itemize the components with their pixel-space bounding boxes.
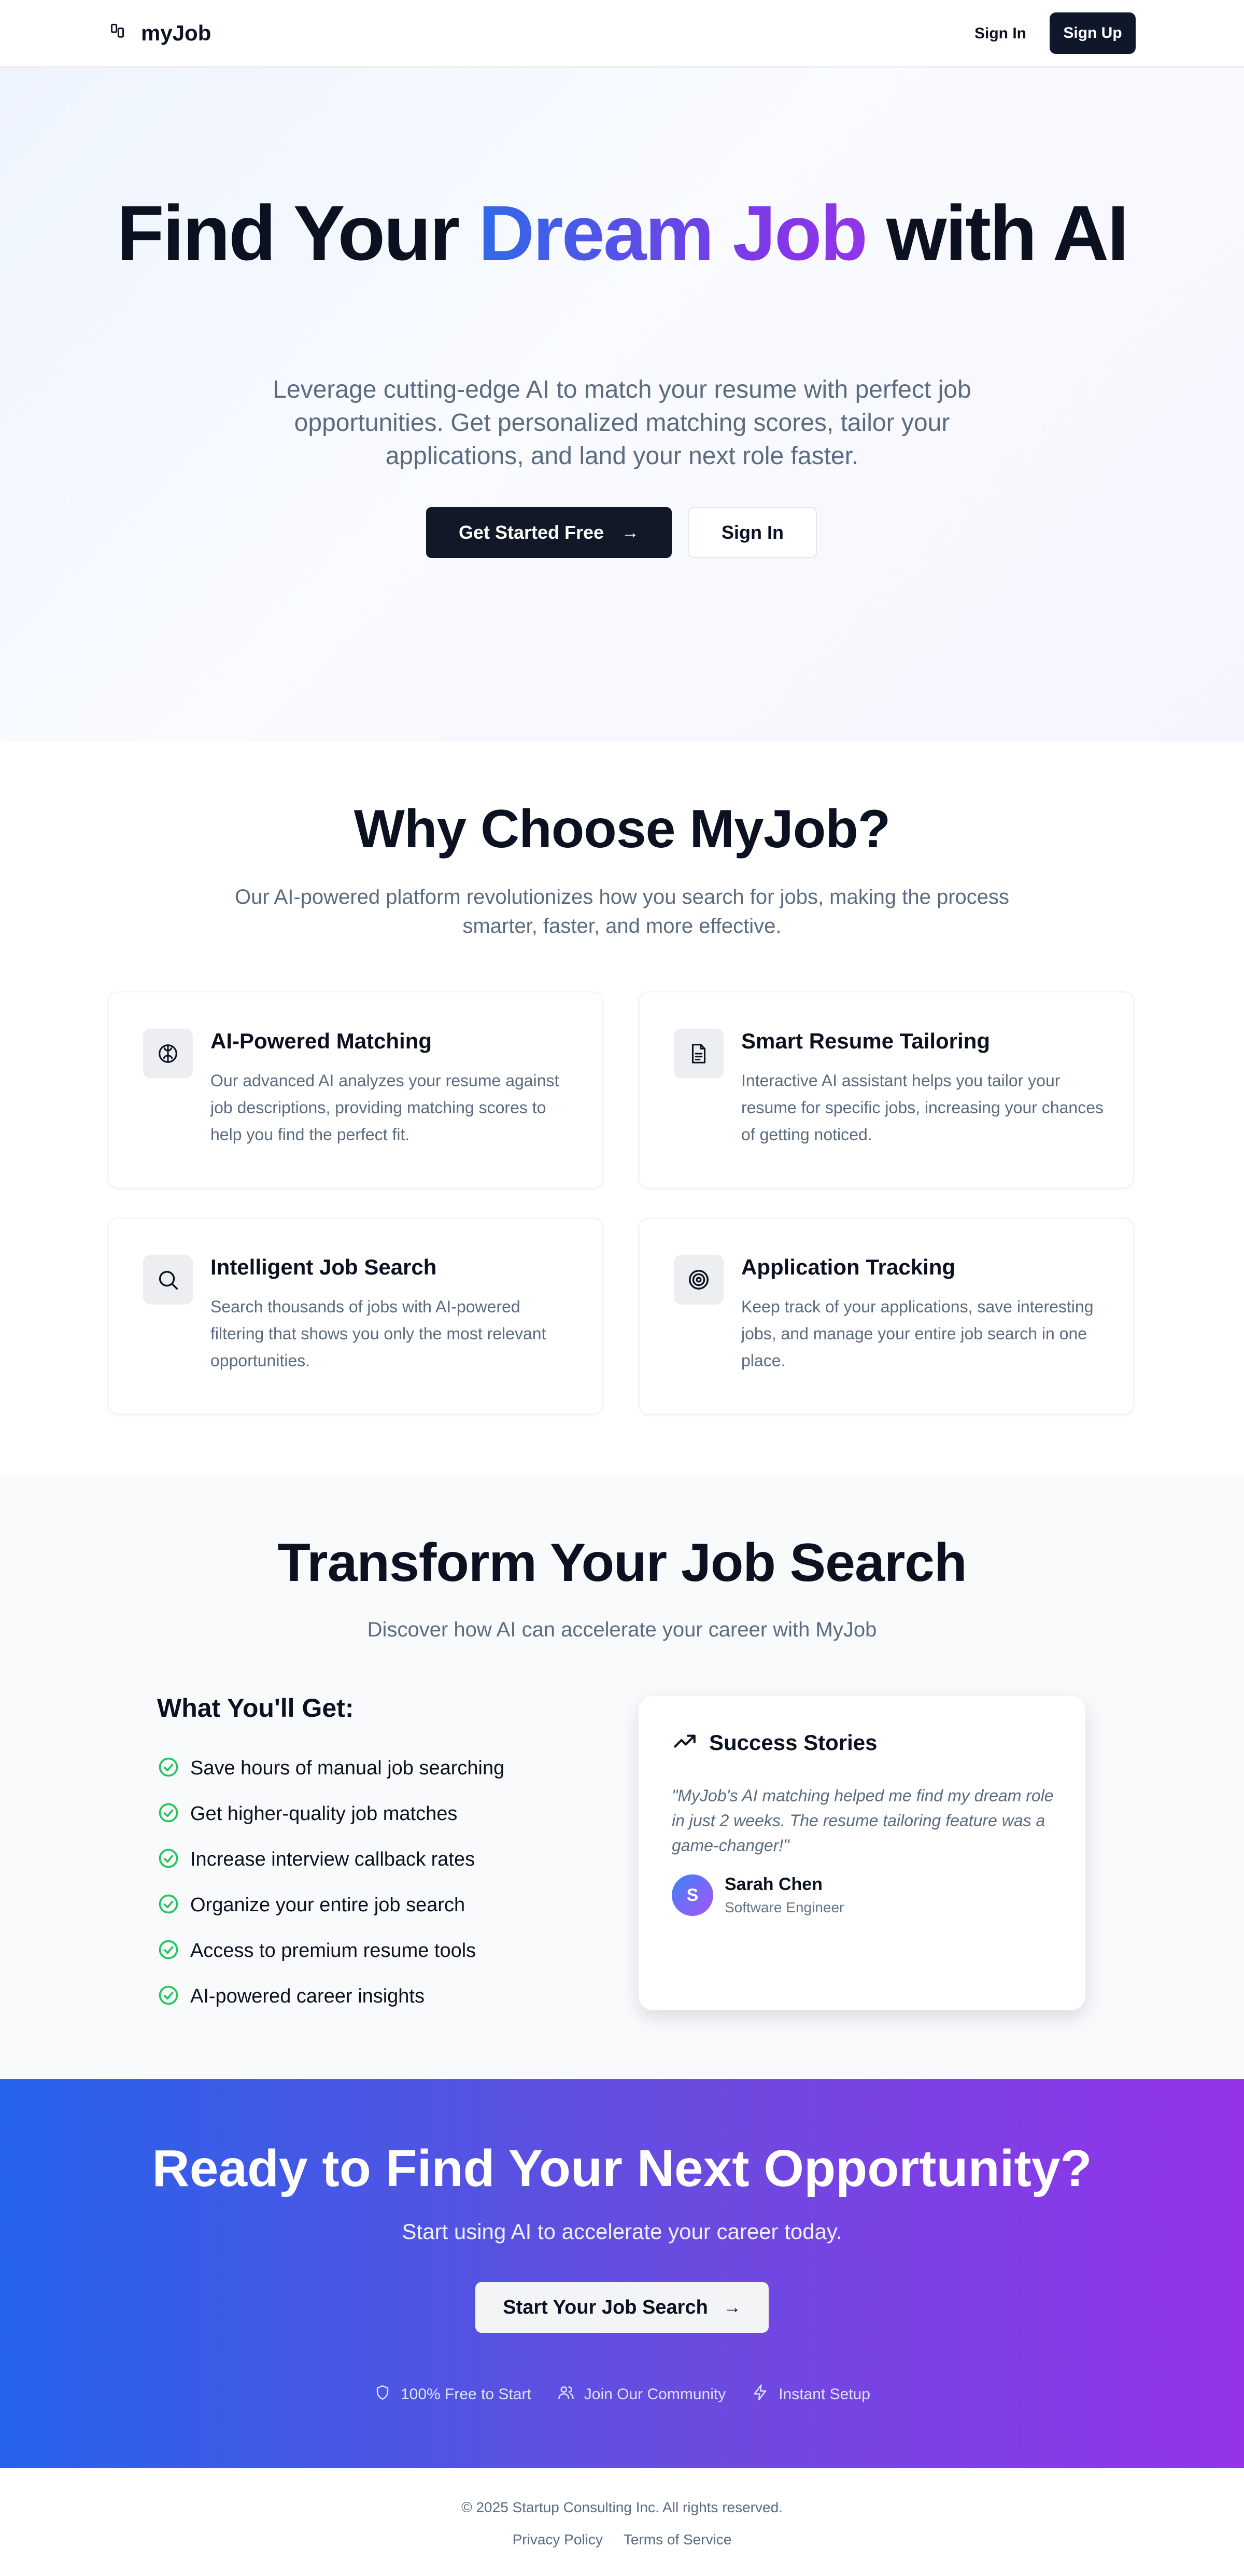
benefit-item: AI-powered career insights — [157, 1981, 425, 2012]
benefit-item: Access to premium resume tools — [157, 1935, 476, 1966]
arrow-right-icon: → — [723, 2297, 741, 2317]
footer: © 2025 Startup Consulting Inc. All right… — [0, 2468, 1244, 2576]
badge-text: 100% Free to Start — [400, 2386, 531, 2403]
terms-of-service-link[interactable]: Terms of Service — [624, 2531, 732, 2548]
benefit-text: Save hours of manual job searching — [190, 1757, 505, 1779]
benefit-item: Organize your entire job search — [157, 1889, 465, 1921]
features-section: Why Choose MyJob? Our AI-powered platfor… — [0, 741, 1244, 1475]
start-job-search-button[interactable]: Start Your Job Search → — [475, 2282, 769, 2333]
benefit-item: Increase interview callback rates — [157, 1844, 475, 1875]
transform-section: Transform Your Job Search Discover how A… — [0, 1475, 1244, 2079]
testimonial-role: Software Engineer — [725, 1899, 844, 1915]
check-circle-icon — [157, 1893, 180, 1918]
get-started-label: Get Started Free — [458, 522, 604, 543]
badge-instant-setup: Instant Setup — [752, 2384, 870, 2405]
avatar: S — [672, 1874, 713, 1916]
check-circle-icon — [157, 1801, 180, 1827]
brand-logo[interactable]: myJob — [109, 19, 211, 48]
feature-card-job-search: Intelligent Job Search Search thousands … — [108, 1217, 603, 1415]
testimonial-quote: "MyJob's AI matching helped me find my d… — [672, 1786, 1054, 1855]
success-stories-title: Success Stories — [709, 1730, 878, 1755]
benefit-text: AI-powered career insights — [190, 1985, 425, 2007]
cta-subtitle: Start using AI to accelerate your career… — [402, 2219, 842, 2244]
footer-links: Privacy Policy Terms of Service — [0, 2531, 1244, 2548]
search-icon — [143, 1255, 193, 1305]
feature-title: Smart Resume Tailoring — [741, 1029, 991, 1053]
hero-title-part1: Find Your — [117, 189, 478, 276]
feature-card-ai-matching: AI-Powered Matching Our advanced AI anal… — [108, 991, 603, 1188]
logo-icon — [109, 21, 132, 46]
features-title: Why Choose MyJob? — [354, 799, 891, 859]
feature-title: AI-Powered Matching — [210, 1029, 432, 1053]
privacy-policy-link[interactable]: Privacy Policy — [513, 2531, 603, 2548]
check-circle-icon — [157, 1984, 180, 2009]
brain-icon — [143, 1029, 193, 1079]
benefit-text: Get higher-quality job matches — [190, 1802, 458, 1825]
start-job-search-label: Start Your Job Search — [503, 2296, 708, 2318]
success-stories-header: Success Stories — [672, 1728, 878, 1757]
badge-community: Join Our Community — [557, 2384, 726, 2405]
arrow-right-icon: → — [621, 522, 640, 542]
document-icon — [674, 1029, 724, 1079]
badge-free: 100% Free to Start — [374, 2384, 531, 2405]
feature-card-resume-tailoring: Smart Resume Tailoring Interactive AI as… — [639, 991, 1134, 1188]
hero-sign-in-button[interactable]: Sign In — [688, 507, 817, 558]
benefit-text: Organize your entire job search — [190, 1894, 465, 1916]
cta-section: Ready to Find Your Next Opportunity? Sta… — [0, 2079, 1244, 2468]
benefit-item: Get higher-quality job matches — [157, 1798, 457, 1829]
check-circle-icon — [157, 1847, 180, 1872]
hero-title-part2: with AI — [866, 189, 1129, 276]
cta-title: Ready to Find Your Next Opportunity? — [152, 2139, 1092, 2197]
trending-up-icon — [672, 1728, 698, 1757]
top-navbar: myJob Sign In Sign Up — [0, 0, 1244, 67]
cta-badges: 100% Free to Start Join Our Community In… — [0, 2380, 1244, 2409]
features-subtitle: Our AI-powered platform revolutionizes h… — [234, 886, 1010, 937]
hero-title-highlight: Dream Job — [478, 189, 868, 276]
check-circle-icon — [157, 1756, 180, 1781]
nav-sign-in-button[interactable]: Sign In — [964, 16, 1037, 52]
success-stories-card: Success Stories "MyJob's AI matching hel… — [639, 1696, 1085, 2010]
get-started-button[interactable]: Get Started Free → — [426, 507, 672, 558]
badge-text: Join Our Community — [584, 2386, 726, 2403]
what-you-get-title: What You'll Get: — [157, 1693, 354, 1723]
feature-description: Search thousands of jobs with AI-powered… — [210, 1297, 546, 1370]
feature-description: Keep track of your applications, save in… — [741, 1297, 1094, 1370]
feature-title: Intelligent Job Search — [210, 1255, 437, 1279]
transform-subtitle: Discover how AI can accelerate your care… — [367, 1618, 877, 1641]
hero-title: Find Your Dream Job with AI — [0, 194, 1244, 272]
users-icon — [557, 2384, 584, 2405]
copyright-text: © 2025 Startup Consulting Inc. All right… — [461, 2499, 783, 2515]
badge-text: Instant Setup — [779, 2386, 870, 2403]
benefit-text: Increase interview callback rates — [190, 1848, 475, 1870]
testimonial-author: Sarah Chen — [725, 1874, 823, 1894]
hero-subtitle: Leverage cutting-edge AI to match your r… — [273, 376, 971, 470]
brand-name: myJob — [141, 21, 211, 45]
feature-title: Application Tracking — [741, 1255, 956, 1279]
benefit-item: Save hours of manual job searching — [157, 1753, 504, 1784]
feature-description: Interactive AI assistant helps you tailo… — [741, 1071, 1104, 1144]
lightning-icon — [752, 2384, 779, 2405]
target-icon — [674, 1255, 724, 1305]
transform-title: Transform Your Job Search — [277, 1533, 967, 1593]
hero-section: Find Your Dream Job with AI Leverage cut… — [0, 67, 1244, 741]
check-circle-icon — [157, 1938, 180, 1964]
nav-sign-up-button[interactable]: Sign Up — [1050, 12, 1136, 54]
feature-card-application-tracking: Application Tracking Keep track of your … — [639, 1217, 1134, 1415]
shield-icon — [374, 2384, 401, 2405]
feature-description: Our advanced AI analyzes your resume aga… — [210, 1071, 559, 1144]
benefit-text: Access to premium resume tools — [190, 1939, 476, 1962]
